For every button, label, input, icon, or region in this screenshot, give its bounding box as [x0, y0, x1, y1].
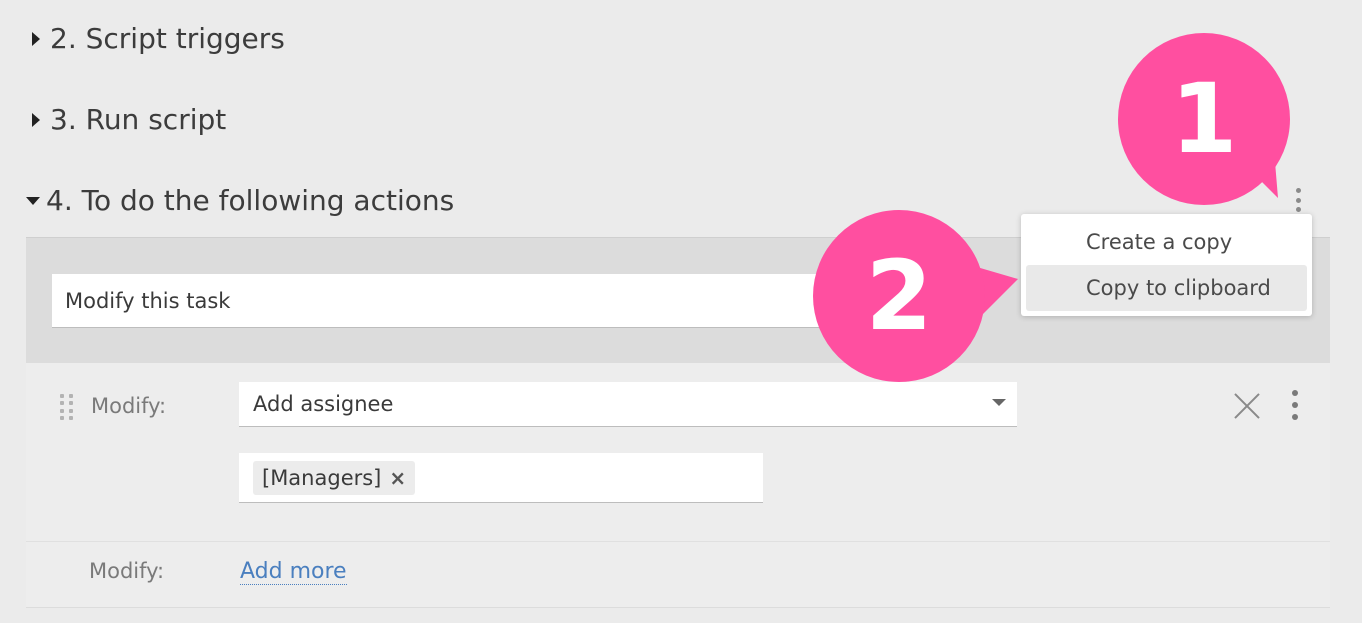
context-menu: Create a copy Copy to clipboard — [1021, 214, 1312, 316]
menu-item-create-copy[interactable]: Create a copy — [1026, 219, 1307, 265]
section-run-script[interactable]: 3. Run script — [28, 103, 226, 136]
row-more-icon[interactable] — [1289, 390, 1301, 420]
section-title: 4. To do the following actions — [46, 184, 455, 217]
drag-handle-icon[interactable] — [60, 394, 74, 420]
menu-item-copy-to-clipboard[interactable]: Copy to clipboard — [1026, 265, 1307, 311]
modify-label: Modify: — [89, 559, 165, 583]
caret-down-icon — [26, 196, 40, 205]
modify-label: Modify: — [91, 394, 167, 418]
add-more-link[interactable]: Add more — [240, 559, 347, 585]
assignee-tags-input[interactable]: [Managers] × — [239, 453, 763, 503]
section-script-triggers[interactable]: 2. Script triggers — [28, 22, 285, 55]
caret-right-icon — [32, 112, 40, 127]
callout-badge-1: 1 — [1118, 33, 1290, 205]
modify-type-select[interactable]: Add assignee — [239, 382, 1017, 427]
callout-badge-2: 2 — [813, 210, 985, 382]
action-name-value: Modify this task — [65, 288, 231, 313]
chevron-down-icon — [992, 399, 1006, 406]
section-title: 2. Script triggers — [50, 22, 285, 55]
assignee-tag: [Managers] × — [253, 461, 416, 495]
section-actions[interactable]: 4. To do the following actions — [26, 184, 454, 217]
close-icon[interactable] — [1232, 391, 1262, 421]
tag-label: [Managers] — [262, 466, 382, 490]
action-name-input[interactable]: Modify this task — [52, 274, 932, 328]
section-title: 3. Run script — [50, 103, 227, 136]
remove-tag-icon[interactable]: × — [389, 466, 406, 490]
action-footer-panel — [26, 541, 1330, 608]
section-more-icon[interactable] — [1292, 186, 1304, 214]
caret-right-icon — [32, 31, 40, 46]
select-value: Add assignee — [253, 392, 394, 416]
